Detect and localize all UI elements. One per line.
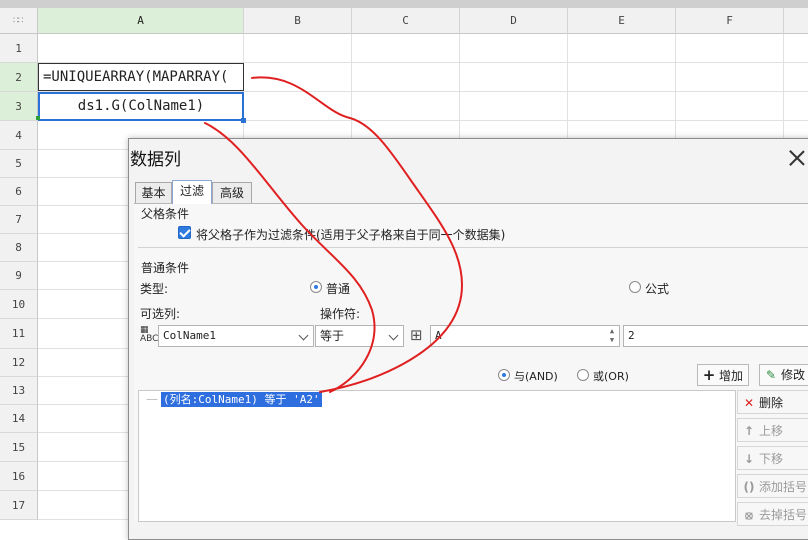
tab-basic[interactable]: 基本 <box>135 182 172 203</box>
tree-line: — <box>146 392 158 406</box>
column-header-a[interactable]: A <box>38 8 244 34</box>
dialog-title: 数据列 <box>130 150 181 170</box>
column-header-f[interactable]: F <box>676 8 784 34</box>
row-header[interactable]: 15 <box>0 433 38 462</box>
remove-parenthesis-button[interactable]: ⦻ 去掉括号 <box>737 502 808 526</box>
row-header[interactable]: 9 <box>0 262 38 290</box>
checkbox-icon[interactable] <box>178 226 191 239</box>
add-parenthesis-button-label: 添加括号 <box>759 480 808 494</box>
move-up-button-label: 上移 <box>759 424 784 438</box>
chevron-down-icon[interactable] <box>385 326 403 346</box>
select-all-corner[interactable]: ∷∷ <box>0 8 38 34</box>
column-header-e[interactable]: E <box>568 8 676 34</box>
arrow-down-icon: ↓ <box>743 452 755 466</box>
radio-normal[interactable] <box>310 281 322 293</box>
row-header[interactable]: 17 <box>0 491 38 520</box>
column-header-d[interactable]: D <box>460 8 568 34</box>
column-select-value: ColName1 <box>163 329 216 342</box>
radio-and-label[interactable]: 与(AND) <box>514 368 558 384</box>
add-parenthesis-button[interactable]: () 添加括号 <box>737 474 808 498</box>
column-label: 可选列: <box>140 307 181 321</box>
cell-a2[interactable]: =UNIQUEARRAY(MAPARRAY( <box>38 63 244 91</box>
tab-advanced[interactable]: 高级 <box>212 182 252 203</box>
operator-select[interactable]: 等于 <box>315 325 404 347</box>
second-value-text: 2 <box>628 329 635 342</box>
spin-down-icon[interactable]: ▼ <box>607 336 617 345</box>
row-header[interactable]: 13 <box>0 377 38 405</box>
table-column-icon: ▦ ABC <box>140 325 159 344</box>
row-header[interactable]: 10 <box>0 290 38 319</box>
row-header[interactable]: 14 <box>0 405 38 433</box>
value-input[interactable]: A ▲ ▼ <box>430 325 620 347</box>
value-input-text: A <box>435 329 442 342</box>
row-header[interactable]: 1 <box>0 34 38 63</box>
spin-up-icon[interactable]: ▲ <box>607 327 617 336</box>
radio-and[interactable] <box>498 369 510 381</box>
type-label: 类型: <box>140 282 169 296</box>
modify-button-label: 修改 <box>781 368 806 382</box>
add-icon: + <box>702 366 716 384</box>
condition-list[interactable] <box>138 390 736 522</box>
edit-icon: ✎ <box>765 368 777 382</box>
normal-condition-label: 普通条件 <box>141 261 190 275</box>
close-icon[interactable] <box>787 148 807 168</box>
add-button[interactable]: + 增加 <box>697 364 749 386</box>
condition-item[interactable]: (列名:ColName1) 等于 'A2' <box>161 392 322 407</box>
delete-button-label: 删除 <box>759 396 784 410</box>
column-header-c[interactable]: C <box>352 8 460 34</box>
operator-label: 操作符: <box>320 307 361 321</box>
column-select[interactable]: ColName1 <box>158 325 314 347</box>
move-down-button-label: 下移 <box>759 452 784 466</box>
cell-marker <box>36 116 40 120</box>
column-header-b[interactable]: B <box>244 8 352 34</box>
row-header[interactable]: 5 <box>0 150 38 178</box>
modify-button[interactable]: ✎ 修改 <box>759 364 808 386</box>
add-button-label: 增加 <box>719 369 744 383</box>
row-header[interactable]: 3 <box>0 92 38 121</box>
move-down-button[interactable]: ↓ 下移 <box>737 446 808 470</box>
column-header-g[interactable] <box>784 8 808 34</box>
tab-filter[interactable]: 过滤 <box>172 180 212 204</box>
radio-or-label[interactable]: 或(OR) <box>593 368 629 384</box>
row-header[interactable]: 6 <box>0 178 38 206</box>
value-type-icon[interactable]: ⊞ <box>410 326 423 344</box>
divider <box>138 247 808 248</box>
row-header[interactable]: 12 <box>0 349 38 377</box>
move-up-button[interactable]: ↑ 上移 <box>737 418 808 442</box>
remove-parenthesis-icon: ⦻ <box>745 508 753 522</box>
delete-button[interactable]: ✕ 删除 <box>737 390 808 414</box>
parent-condition-checkbox-label[interactable]: 将父格子作为过滤条件(适用于父子格来自于同一个数据集) <box>196 226 505 243</box>
radio-normal-label[interactable]: 普通 <box>326 280 350 297</box>
row-header[interactable]: 11 <box>0 319 38 349</box>
radio-formula[interactable] <box>629 281 641 293</box>
row-header[interactable]: 7 <box>0 206 38 234</box>
second-value-input[interactable]: 2 <box>623 325 808 347</box>
parent-condition-label: 父格条件 <box>141 207 190 221</box>
delete-icon: ✕ <box>743 396 755 410</box>
row-header[interactable]: 8 <box>0 234 38 262</box>
cell-a3[interactable]: ds1.G(ColName1) <box>38 92 244 121</box>
radio-formula-label[interactable]: 公式 <box>645 280 669 297</box>
arrow-up-icon: ↑ <box>743 424 755 438</box>
operator-select-value: 等于 <box>320 329 345 343</box>
row-header[interactable]: 16 <box>0 462 38 491</box>
fill-handle[interactable] <box>241 118 246 123</box>
row-header[interactable]: 4 <box>0 121 38 150</box>
radio-or[interactable] <box>577 369 589 381</box>
row-header[interactable]: 2 <box>0 63 38 92</box>
chevron-down-icon[interactable] <box>295 326 313 346</box>
parenthesis-icon: () <box>743 480 755 494</box>
